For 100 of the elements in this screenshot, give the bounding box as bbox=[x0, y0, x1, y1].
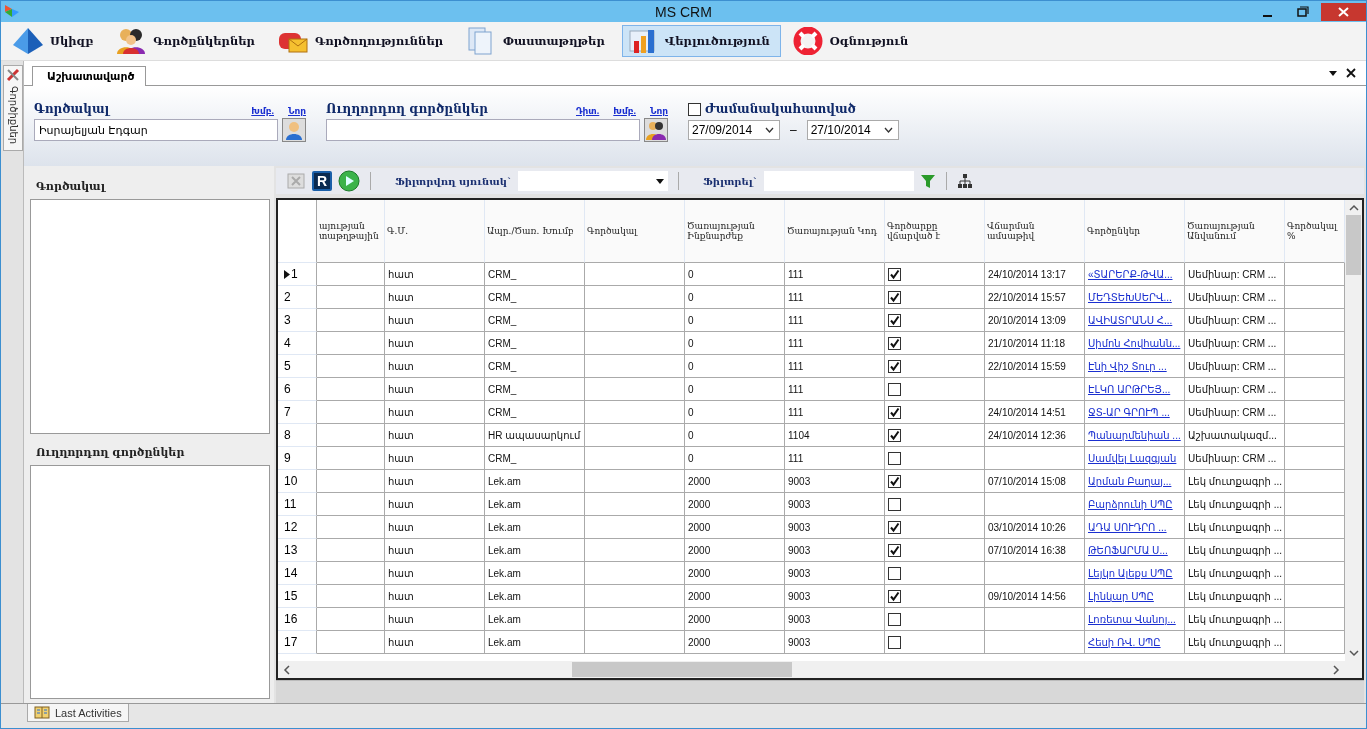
side-tab[interactable]: Գործիքներ bbox=[3, 65, 23, 152]
link[interactable]: Խմբ. bbox=[613, 106, 636, 116]
partner-link[interactable]: «ՏԱՐԵՐՔ-ԹՎԱ... bbox=[1088, 268, 1173, 280]
play-icon[interactable] bbox=[338, 170, 360, 192]
table-cell: 9003 bbox=[785, 585, 885, 608]
row-header[interactable]: 10 bbox=[278, 470, 317, 493]
row-header[interactable]: 7 bbox=[278, 401, 317, 424]
table-cell: 111 bbox=[785, 401, 885, 424]
column-header[interactable]: Գ.Մ. bbox=[385, 200, 485, 263]
row-header[interactable]: 15 bbox=[278, 585, 317, 608]
partner-link[interactable]: Սիմոն Հովհանն... bbox=[1088, 337, 1181, 349]
partner-link[interactable]: Արման Բաղայ... bbox=[1088, 475, 1172, 487]
checkbox[interactable] bbox=[888, 359, 901, 373]
dropdown-caret-icon[interactable] bbox=[1328, 68, 1338, 78]
row-header[interactable]: 14 bbox=[278, 562, 317, 585]
partner-link[interactable]: Լինկար ՍՊԸ bbox=[1088, 590, 1154, 602]
row-header[interactable]: 2 bbox=[278, 286, 317, 309]
table-cell: 07/10/2014 16:38 bbox=[985, 539, 1085, 562]
column-header[interactable]: Ապր./Ծառ. Խումբ bbox=[485, 200, 585, 263]
checkbox[interactable] bbox=[888, 336, 901, 350]
column-header[interactable]: Ծառայության Կոդ bbox=[785, 200, 885, 263]
column-header[interactable]: այության տաթղթային bbox=[317, 200, 385, 263]
partner-link[interactable]: Պանարմենիան ... bbox=[1088, 429, 1181, 441]
input-field[interactable] bbox=[326, 119, 640, 141]
menu-item[interactable]: Սկիզբ bbox=[7, 25, 105, 57]
menu-item[interactable]: Փաստաթղթեր bbox=[460, 25, 616, 57]
row-header[interactable]: 5 bbox=[278, 355, 317, 378]
row-header[interactable]: 4 bbox=[278, 332, 317, 355]
column-header[interactable]: Գործակալ % bbox=[1285, 200, 1345, 263]
partner-link[interactable]: ԱՎԻԱՏՐԱՆՍ Հ... bbox=[1088, 314, 1173, 326]
table-cell: Lek.am bbox=[485, 539, 585, 562]
status-tab[interactable]: Last Activities bbox=[27, 704, 129, 722]
date-dropdown[interactable]: 27/09/2014 bbox=[688, 120, 780, 140]
column-header[interactable]: Գործընկեր bbox=[1085, 200, 1185, 263]
checkbox[interactable] bbox=[888, 290, 901, 304]
partner-link[interactable]: Էնի Վիշ Տուր ... bbox=[1088, 360, 1167, 372]
menu-item[interactable]: Գործընկերներ bbox=[110, 25, 266, 57]
menu-item[interactable]: Վերլուծություն bbox=[621, 25, 781, 57]
scroll-thumb[interactable] bbox=[572, 662, 792, 677]
partner-link[interactable]: ԷԼԿՈ ԱՐԹՐԵՅ... bbox=[1088, 383, 1171, 395]
checkbox[interactable] bbox=[888, 313, 901, 327]
partner-link[interactable]: Սամվել Լազգյան bbox=[1088, 452, 1177, 464]
column-header[interactable]: Վճարման ամսաթիվ bbox=[985, 200, 1085, 263]
checkbox[interactable] bbox=[888, 382, 901, 396]
people-icon bbox=[115, 27, 148, 55]
checkbox[interactable] bbox=[888, 428, 901, 442]
checkbox[interactable] bbox=[888, 405, 901, 419]
horizontal-scrollbar[interactable] bbox=[278, 661, 1345, 678]
link[interactable]: Նոր bbox=[288, 106, 306, 116]
row-header[interactable]: 12 bbox=[278, 516, 317, 539]
link[interactable]: Դիտ. bbox=[576, 106, 600, 116]
row-header[interactable]: 16 bbox=[278, 608, 317, 631]
row-header[interactable]: 11 bbox=[278, 493, 317, 516]
hierarchy-icon[interactable] bbox=[956, 173, 973, 189]
checkbox[interactable] bbox=[888, 451, 901, 465]
link[interactable]: Խմբ. bbox=[251, 106, 274, 116]
checkbox[interactable] bbox=[688, 103, 701, 116]
checkbox[interactable] bbox=[888, 520, 901, 534]
partner-link[interactable]: ՋՏ-ԱՐ ԳՐՈՒՊ ... bbox=[1088, 406, 1170, 418]
checkbox[interactable] bbox=[888, 543, 901, 557]
vertical-scrollbar[interactable] bbox=[1345, 200, 1362, 678]
row-header[interactable]: 3 bbox=[278, 309, 317, 332]
row-header[interactable]: 17 bbox=[278, 631, 317, 654]
table-cell: 0 bbox=[685, 309, 785, 332]
partner-link[interactable]: ԱԴԱ ՍՈՒԴՐՈ ... bbox=[1088, 521, 1167, 533]
checkbox[interactable] bbox=[888, 635, 901, 649]
input-field[interactable]: Իսրայելյան Էդգար bbox=[34, 119, 278, 141]
row-header[interactable]: 1 bbox=[278, 263, 317, 286]
checkbox[interactable] bbox=[888, 566, 901, 580]
row-header[interactable]: 9 bbox=[278, 447, 317, 470]
checkbox[interactable] bbox=[888, 612, 901, 626]
checkbox-label: Ժամանակահատված bbox=[705, 102, 856, 116]
report-button[interactable]: R bbox=[312, 171, 332, 191]
row-header[interactable]: 13 bbox=[278, 539, 317, 562]
menu-item[interactable]: Գործողություններ bbox=[271, 25, 455, 57]
partner-link[interactable]: ԹԵՈՖԱՐՄԱ Ս... bbox=[1088, 544, 1168, 556]
pick-button[interactable] bbox=[644, 118, 668, 142]
checkbox[interactable] bbox=[888, 267, 901, 281]
partner-link[interactable]: Լոռետա Վանոյ... bbox=[1088, 613, 1176, 625]
row-header[interactable]: 8 bbox=[278, 424, 317, 447]
partner-link[interactable]: Բարձրունի ՍՊԸ bbox=[1088, 498, 1173, 510]
column-header[interactable]: Ծառայության Անվանում bbox=[1185, 200, 1285, 263]
checkbox[interactable] bbox=[888, 474, 901, 488]
close-icon[interactable] bbox=[1346, 68, 1356, 78]
table-cell: Լեկ մուտքագրի ... bbox=[1185, 631, 1285, 654]
menu-item[interactable]: Օգնություն bbox=[786, 25, 920, 57]
funnel-icon[interactable] bbox=[919, 173, 936, 189]
column-header[interactable]: Գործարքը վճարված է bbox=[885, 200, 985, 263]
checkbox[interactable] bbox=[888, 589, 901, 603]
checkbox[interactable] bbox=[888, 497, 901, 511]
date-dropdown[interactable]: 27/10/2014 bbox=[806, 120, 899, 140]
document-tab[interactable]: Աշխատավարծ bbox=[32, 66, 146, 86]
partner-link[interactable]: ՄԵԴՏԵԽՍԵՐՎ... bbox=[1088, 291, 1172, 303]
partner-link[interactable]: Լեյկո Ալեքս ՍՊԸ bbox=[1088, 567, 1173, 579]
link[interactable]: Նոր bbox=[650, 106, 668, 116]
column-header[interactable]: Ծառայության Ինքնարժեք bbox=[685, 200, 785, 263]
row-header[interactable]: 6 bbox=[278, 378, 317, 401]
partner-link[interactable]: Հեսի ՌՎ. ՍՊԸ bbox=[1088, 636, 1161, 648]
scroll-thumb[interactable] bbox=[1346, 215, 1361, 275]
column-header[interactable]: Գործակալ bbox=[585, 200, 685, 263]
